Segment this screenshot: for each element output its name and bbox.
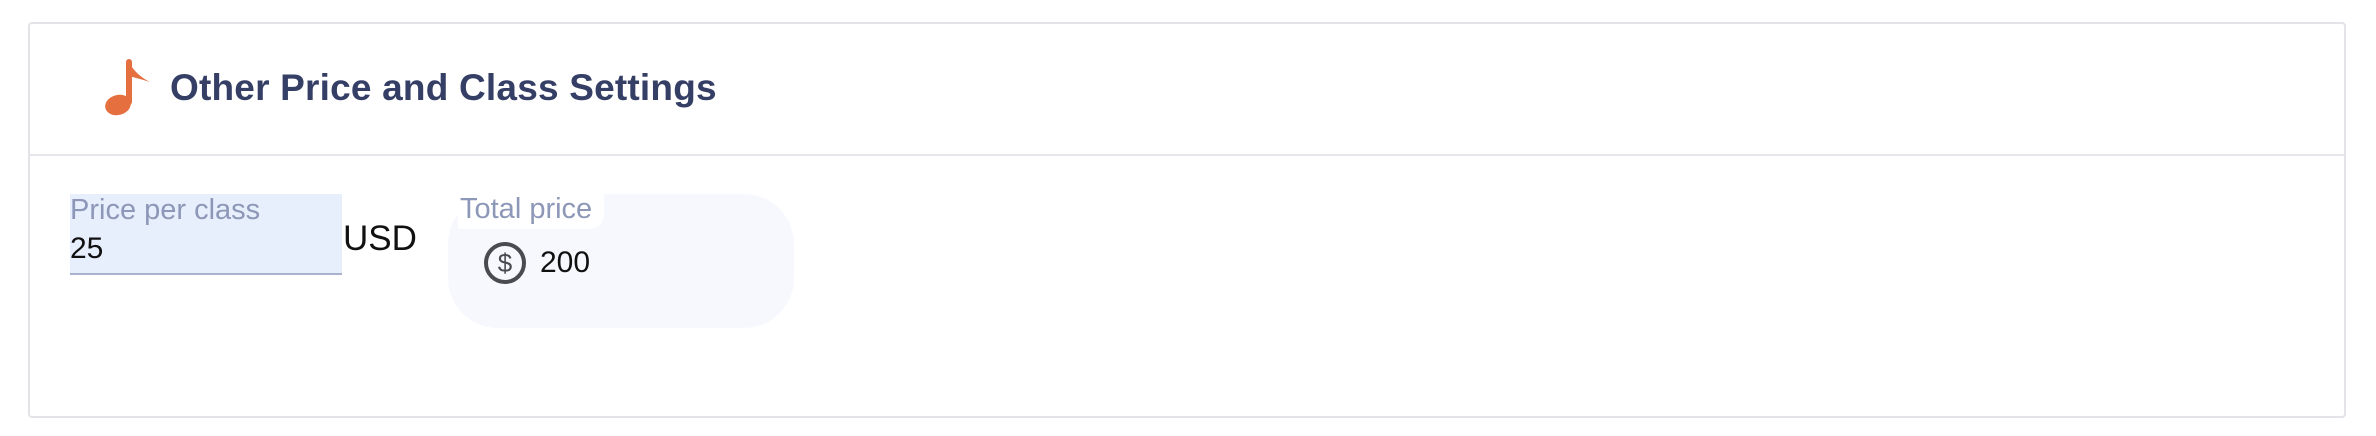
svg-text:$: $ xyxy=(498,248,513,278)
price-per-class-input[interactable] xyxy=(70,232,330,266)
section-title: Other Price and Class Settings xyxy=(170,67,717,108)
music-note-icon xyxy=(98,58,154,118)
settings-card: Other Price and Class Settings Price per… xyxy=(28,22,2346,418)
total-price-label: Total price xyxy=(458,189,605,229)
dollar-circle-icon: $ xyxy=(482,240,528,286)
total-price-value: 200 xyxy=(540,246,591,279)
price-per-class-field[interactable]: Price per class xyxy=(70,194,342,275)
currency-label: USD xyxy=(343,219,417,258)
card-header: Other Price and Class Settings xyxy=(30,24,2344,156)
total-price-field: Total price $ 200 xyxy=(448,189,794,328)
price-per-class-label: Price per class xyxy=(70,194,261,226)
